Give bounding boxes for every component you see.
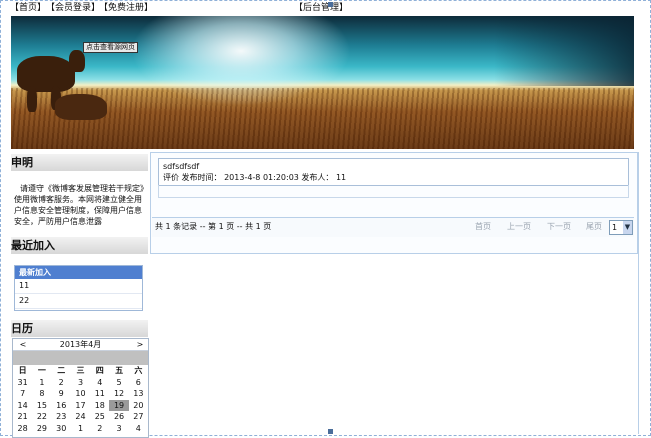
calendar-day[interactable]: 13 [129, 388, 148, 400]
statement-text: 请遵守《微博客发展管理若干规定》使用微博客服务。本网将建立健全用户信息安全管理制… [14, 184, 144, 226]
calendar-next-button[interactable]: > [134, 339, 146, 350]
calendar-weekday: 日 [18, 366, 27, 375]
latest-list: 最新加入 11 22 [14, 265, 143, 311]
calendar-day[interactable]: 4 [129, 423, 148, 435]
banner-image: 点击查看源网页 1 2 3 [11, 16, 634, 149]
resize-handle-top[interactable] [328, 2, 333, 7]
calendar-day[interactable]: 15 [32, 400, 51, 412]
calendar-day[interactable]: 11 [90, 388, 109, 400]
calendar-day[interactable]: 27 [129, 411, 148, 423]
calendar-weekday: 五 [115, 366, 124, 375]
post-entry: sdfsdfsdf 评价 发布时间： 2013-4-8 01:20:03 发布人… [158, 158, 629, 186]
page-select[interactable]: 1 ▼ [609, 220, 633, 235]
nav-member-login-link[interactable]: 【会员登录】 [46, 2, 100, 14]
latest-list-item[interactable]: 11 [15, 279, 142, 294]
calendar-day[interactable]: 14 [13, 400, 32, 412]
calendar-title: 日历 [11, 320, 148, 337]
calendar-day[interactable]: 4 [90, 377, 109, 389]
calendar-day[interactable]: 17 [71, 400, 90, 412]
calendar-day[interactable]: 5 [109, 377, 128, 389]
banner-source-link[interactable]: 点击查看源网页 [83, 42, 138, 53]
nav-home-link[interactable]: 【首页】 [10, 2, 46, 14]
pagination-first-link[interactable]: 首页 [475, 221, 491, 233]
calendar-day[interactable]: 2 [52, 377, 71, 389]
pagination-summary: 共 1 条记录 -- 第 1 页 -- 共 1 页 [155, 222, 272, 231]
calendar-day[interactable]: 2 [90, 423, 109, 435]
calendar-day[interactable]: 7 [13, 388, 32, 400]
calendar-weekday: 四 [95, 366, 104, 375]
calendar-header: < 2013年4月 > [13, 339, 148, 351]
calendar-day[interactable]: 1 [32, 377, 51, 389]
pagination-bar: 共 1 条记录 -- 第 1 页 -- 共 1 页 首页 上一页 下一页 尾页 … [152, 217, 634, 237]
calendar-day[interactable]: 30 [52, 423, 71, 435]
calendar-day[interactable]: 28 [13, 423, 32, 435]
pagination-last-link[interactable]: 尾页 [586, 221, 602, 233]
horse-leg-shape [27, 86, 37, 112]
field-texture [11, 88, 634, 149]
calendar-day[interactable]: 10 [71, 388, 90, 400]
calendar-day[interactable]: 23 [52, 411, 71, 423]
horse-shape [17, 56, 75, 92]
calendar-day[interactable]: 20 [129, 400, 148, 412]
calendar-day[interactable]: 16 [52, 400, 71, 412]
calendar-day[interactable]: 1 [71, 423, 90, 435]
calendar-weekday: 六 [134, 366, 143, 375]
calendar-day[interactable]: 25 [90, 411, 109, 423]
statement-title: 申明 [11, 154, 148, 171]
page-select-value: 1 [612, 223, 618, 232]
calendar-day[interactable]: 6 [129, 377, 148, 389]
latest-list-header: 最新加入 [15, 266, 142, 279]
calendar-month-label: 2013年4月 [59, 340, 102, 349]
calendar-day[interactable]: 3 [71, 377, 90, 389]
calendar-day[interactable]: 22 [32, 411, 51, 423]
chevron-down-icon[interactable]: ▼ [623, 221, 632, 234]
pagination-prev-link[interactable]: 上一页 [507, 221, 531, 233]
latest-list-item[interactable]: 22 [15, 294, 142, 309]
nav-admin-link[interactable]: 【后台管理】 [294, 2, 348, 14]
calendar-day[interactable]: 12 [109, 388, 128, 400]
calendar-weekday: 三 [76, 366, 85, 375]
post-entry-footer [158, 185, 629, 198]
calendar-day[interactable]: 8 [32, 388, 51, 400]
calendar-prev-button[interactable]: < [17, 339, 29, 350]
calendar-weekday: 二 [57, 366, 66, 375]
calendar-toolbar [13, 351, 148, 365]
latest-title: 最近加入 [11, 237, 148, 254]
foal-shape [55, 94, 107, 120]
calendar-grid: 日一二三四五六 31 1 2 3 4 5 6 7 8 9 10 11 12 13 14 15 16 17 18 19 20… [13, 365, 148, 434]
calendar-day[interactable]: 24 [71, 411, 90, 423]
nav-free-register-link[interactable]: 【免费注册】 [99, 2, 153, 14]
pagination-next-link[interactable]: 下一页 [547, 221, 571, 233]
horse-head-shape [69, 50, 85, 72]
calendar-day[interactable]: 31 [13, 377, 32, 389]
calendar-weekday: 一 [37, 366, 46, 375]
calendar-day[interactable]: 3 [109, 423, 128, 435]
calendar: < 2013年4月 > 日一二三四五六 31 1 2 3 4 5 6 7 8 9 10 11 12 13 14… [12, 338, 149, 438]
post-meta: 评价 发布时间： 2013-4-8 01:20:03 发布人： 11 [163, 173, 347, 182]
calendar-day[interactable]: 9 [52, 388, 71, 400]
top-nav: 【首页】 【会员登录】 【免费注册】 【后台管理】 [10, 2, 641, 14]
calendar-day[interactable]: 18 [90, 400, 109, 412]
calendar-day[interactable]: 21 [13, 411, 32, 423]
calendar-day[interactable]: 29 [32, 423, 51, 435]
calendar-day[interactable]: 19 [109, 399, 129, 411]
post-title[interactable]: sdfsdfsdf [163, 161, 199, 172]
content-divider [638, 152, 639, 434]
resize-handle-bottom[interactable] [328, 429, 333, 434]
sky-shade [494, 16, 634, 86]
calendar-day[interactable]: 26 [109, 411, 128, 423]
